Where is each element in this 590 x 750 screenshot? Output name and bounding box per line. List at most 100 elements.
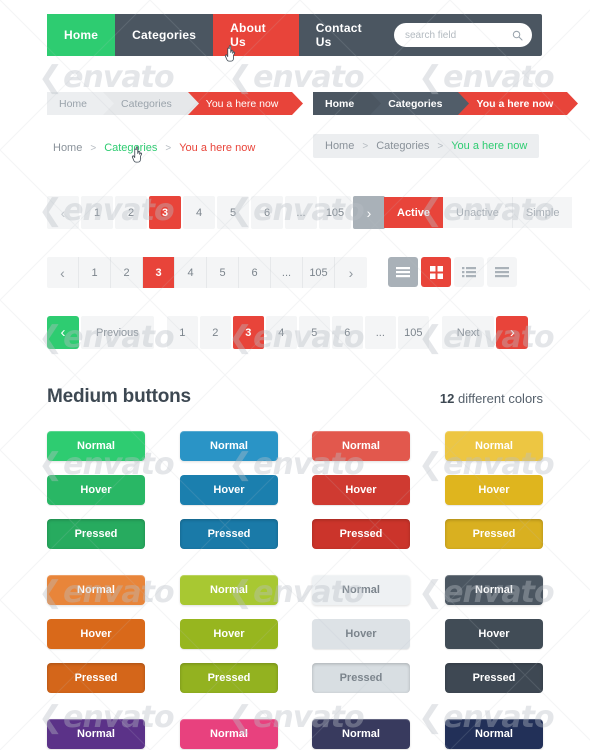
button-label: Pressed — [472, 528, 516, 540]
button-olive-normal[interactable]: Normal — [180, 575, 278, 605]
breadcrumb-separator: > — [90, 142, 97, 154]
button-label: Normal — [342, 440, 380, 452]
nav-item-about-us[interactable]: About Us — [213, 14, 299, 56]
button-red-hover[interactable]: Hover — [312, 475, 410, 505]
pagination-page-2[interactable]: 2 — [115, 196, 147, 229]
pagination-page-5[interactable]: 5 — [207, 257, 239, 288]
pagination-page-105[interactable]: 105 — [303, 257, 335, 288]
button-light-normal[interactable]: Normal — [312, 575, 410, 605]
pagination-prev-arrow-button[interactable]: ‹ — [47, 316, 79, 349]
search-field[interactable] — [394, 23, 532, 47]
pagination-next-button[interactable]: › — [335, 257, 367, 288]
breadcrumb-item-current[interactable]: You a here now — [179, 142, 255, 154]
pagination-next-arrow-button[interactable]: › — [496, 316, 529, 349]
pagination-page-2[interactable]: 2 — [199, 316, 231, 349]
pagination-page-6[interactable]: 6 — [239, 257, 271, 288]
breadcrumb-item-home[interactable]: Home — [313, 92, 382, 115]
grid-view-icon — [429, 265, 443, 279]
button-green-pressed[interactable]: Pressed — [47, 519, 145, 549]
pagination-page-4[interactable]: 4 — [183, 196, 215, 229]
breadcrumb-item-home[interactable]: Home — [53, 142, 82, 154]
breadcrumb-item-categories[interactable]: Categories — [104, 142, 157, 154]
button-yellow-hover[interactable]: Hover — [445, 475, 543, 505]
button-light-pressed[interactable]: Pressed — [312, 663, 410, 693]
pagination-page-5[interactable]: 5 — [217, 196, 249, 229]
button-slate-hover[interactable]: Hover — [445, 619, 543, 649]
button-orange-normal[interactable]: Normal — [47, 575, 145, 605]
pagination-page-105[interactable]: 105 — [319, 196, 351, 229]
pagination-page-1[interactable]: 1 — [81, 196, 113, 229]
tab-unactive[interactable]: Unactive — [443, 197, 513, 228]
breadcrumb-text-boxed: Home > Categories > You a here now — [313, 134, 540, 158]
button-orange-hover[interactable]: Hover — [47, 619, 145, 649]
pagination-page-3[interactable]: 3 — [143, 257, 175, 288]
breadcrumb-item-home[interactable]: Home — [47, 92, 115, 115]
button-yellow-normal[interactable]: Normal — [445, 431, 543, 461]
pagination-ellipsis: ... — [364, 316, 396, 349]
button-label: Hover — [80, 628, 112, 640]
button-red-pressed[interactable]: Pressed — [312, 519, 410, 549]
button-blue-normal[interactable]: Normal — [180, 431, 278, 461]
pagination-page-6[interactable]: 6 — [251, 196, 283, 229]
list-view-button[interactable] — [454, 257, 484, 287]
button-blue-pressed[interactable]: Pressed — [180, 519, 278, 549]
button-label: Normal — [77, 728, 115, 740]
button-yellow-pressed[interactable]: Pressed — [445, 519, 543, 549]
breadcrumb-label: Categories — [388, 97, 443, 110]
breadcrumb-item-categories[interactable]: Categories — [370, 92, 470, 115]
button-light-hover[interactable]: Hover — [312, 619, 410, 649]
breadcrumb-item-categories[interactable]: Categories — [376, 140, 429, 152]
breadcrumb-item-home[interactable]: Home — [325, 140, 354, 152]
button-blue-hover[interactable]: Hover — [180, 475, 278, 505]
breadcrumb-arrow-dark: Home Categories You a here now — [313, 92, 579, 115]
tab-active[interactable]: Active — [384, 197, 444, 228]
breadcrumb-item-current[interactable]: You a here now — [451, 140, 527, 152]
pagination-page-2[interactable]: 2 — [111, 257, 143, 288]
ui-kit-canvas: Home Categories About Us Contact Us Ho — [0, 0, 590, 750]
hamburger-menu-button[interactable] — [388, 257, 418, 287]
pagination-next-button[interactable]: Next — [441, 316, 495, 349]
button-olive-pressed[interactable]: Pressed — [180, 663, 278, 693]
pagination-prev-button[interactable]: ‹ — [47, 196, 79, 229]
pagination-page-1[interactable]: 1 — [79, 257, 111, 288]
tab-simple[interactable]: Simple — [512, 197, 573, 228]
button-purple-normal[interactable]: Normal — [47, 719, 145, 749]
pagination-page-4[interactable]: 4 — [265, 316, 297, 349]
search-container — [394, 14, 542, 56]
button-olive-hover[interactable]: Hover — [180, 619, 278, 649]
button-red-normal[interactable]: Normal — [312, 431, 410, 461]
pagination-page-4[interactable]: 4 — [175, 257, 207, 288]
pagination-page-1[interactable]: 1 — [166, 316, 198, 349]
search-icon[interactable] — [512, 30, 523, 41]
pagination-previous-button[interactable]: Previous — [81, 316, 154, 349]
button-label: Pressed — [339, 528, 383, 540]
nav-item-home[interactable]: Home — [47, 14, 116, 56]
breadcrumb-item-categories[interactable]: Categories — [103, 92, 199, 115]
pagination-next-button[interactable]: › — [353, 196, 385, 229]
pagination-page-105[interactable]: 105 — [397, 316, 429, 349]
pagination-page-3[interactable]: 3 — [149, 196, 181, 229]
breadcrumb-label: Home — [59, 97, 88, 110]
color-count-label: 12 different colors — [440, 391, 543, 406]
pagination-page-5[interactable]: 5 — [298, 316, 330, 349]
lines-view-button[interactable] — [487, 257, 517, 287]
button-green-normal[interactable]: Normal — [47, 431, 145, 461]
button-navy-normal[interactable]: Normal — [445, 719, 543, 749]
button-pink-normal[interactable]: Normal — [180, 719, 278, 749]
search-input[interactable] — [403, 28, 512, 42]
button-label: Normal — [77, 440, 115, 452]
nav-item-categories[interactable]: Categories — [115, 14, 213, 56]
button-slate-normal[interactable]: Normal — [445, 575, 543, 605]
pagination-page-6[interactable]: 6 — [331, 316, 363, 349]
breadcrumb-item-current[interactable]: You a here now — [458, 92, 579, 115]
pagination-prev-button[interactable]: ‹ — [47, 257, 79, 288]
button-indigo-normal[interactable]: Normal — [312, 719, 410, 749]
grid-view-button[interactable] — [421, 257, 451, 287]
breadcrumb-item-current[interactable]: You a here now — [187, 92, 304, 115]
button-orange-pressed[interactable]: Pressed — [47, 663, 145, 693]
button-green-hover[interactable]: Hover — [47, 475, 145, 505]
nav-item-contact-us[interactable]: Contact Us — [299, 14, 394, 56]
breadcrumb-text-plain: Home > Categories > You a here now — [53, 136, 255, 160]
pagination-page-3[interactable]: 3 — [232, 316, 264, 349]
button-slate-pressed[interactable]: Pressed — [445, 663, 543, 693]
